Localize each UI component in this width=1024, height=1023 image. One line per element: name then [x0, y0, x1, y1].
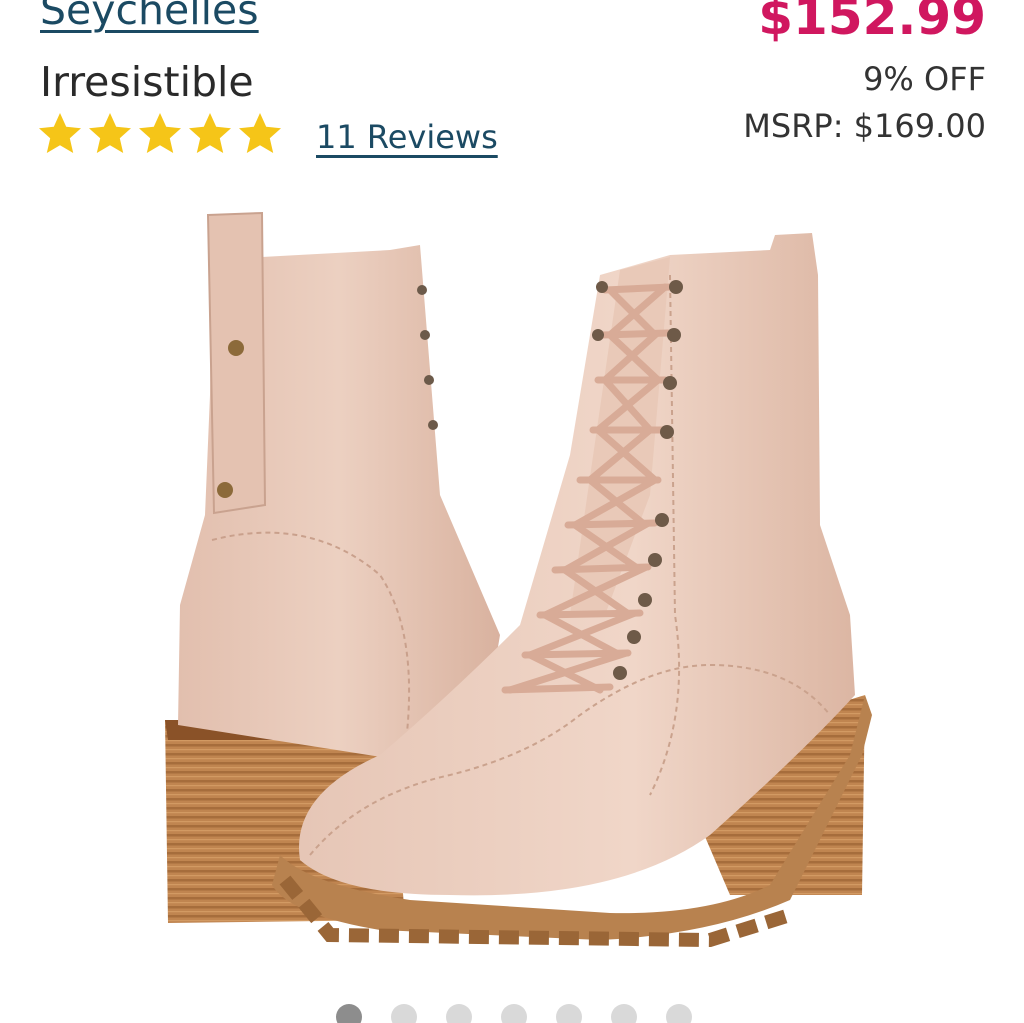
rating-stars[interactable] [36, 110, 284, 158]
discount-label: 9% OFF [863, 60, 986, 98]
star-icon [189, 113, 231, 153]
gallery-dot[interactable] [336, 1004, 362, 1023]
product-image[interactable] [150, 195, 890, 965]
star-icon [89, 113, 131, 153]
gallery-dot[interactable] [446, 1004, 472, 1023]
gallery-dots [336, 1004, 692, 1023]
gallery-dot[interactable] [666, 1004, 692, 1023]
product-title: Irresistible [40, 58, 254, 106]
gallery-dot[interactable] [611, 1004, 637, 1023]
price: $152.99 [758, 0, 986, 46]
star-icon [139, 113, 181, 153]
gallery-dot[interactable] [391, 1004, 417, 1023]
msrp-label: MSRP: $169.00 [743, 107, 986, 145]
brand-link[interactable]: Seychelles [40, 0, 259, 34]
product-page: Seychelles Irresistible 11 Reviews $152.… [0, 0, 1024, 1023]
gallery-dot[interactable] [556, 1004, 582, 1023]
gallery-dot[interactable] [501, 1004, 527, 1023]
star-icon [239, 113, 281, 153]
reviews-link[interactable]: 11 Reviews [316, 118, 498, 156]
star-icon [39, 113, 81, 153]
